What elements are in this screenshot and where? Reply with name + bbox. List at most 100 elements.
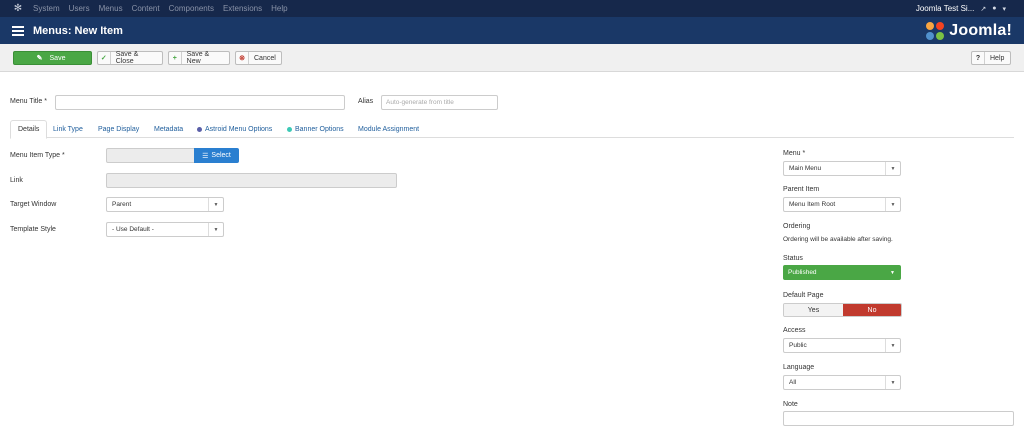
tab-label: Banner Options bbox=[295, 125, 344, 133]
save-label: Save bbox=[49, 54, 66, 62]
tab-label: Metadata bbox=[154, 125, 184, 133]
language-select[interactable]: All ▼ bbox=[783, 375, 901, 390]
tab-label: Astroid Menu Options bbox=[205, 125, 273, 133]
topbar-right: Joomla Test Si... ↗ ● ▾ bbox=[916, 4, 1006, 13]
access-value: Public bbox=[789, 342, 807, 349]
brand-wordmark: Joomla! bbox=[949, 21, 1012, 39]
menu-components[interactable]: Components bbox=[169, 4, 214, 13]
edit-icon: ✎ bbox=[36, 55, 43, 62]
save-close-button[interactable]: ✓ Save & Close bbox=[97, 51, 163, 65]
menu-label: Menu * bbox=[783, 150, 806, 157]
menu-system[interactable]: System bbox=[33, 4, 60, 13]
joomla-logo-icon[interactable]: ✻ bbox=[13, 3, 23, 14]
note-label: Note bbox=[783, 401, 798, 408]
cancel-button[interactable]: ⊗ Cancel bbox=[235, 51, 282, 65]
astroid-dot-icon bbox=[197, 126, 202, 132]
page-title: Menus: New Item bbox=[33, 24, 123, 37]
language-value: All bbox=[789, 379, 797, 386]
plus-icon: + bbox=[169, 52, 182, 64]
chevron-down-icon: ▼ bbox=[885, 339, 900, 352]
target-window-select[interactable]: Parent ▼ bbox=[106, 197, 224, 212]
site-name-link[interactable]: Joomla Test Si... bbox=[916, 4, 975, 13]
access-select[interactable]: Public ▼ bbox=[783, 338, 901, 353]
menu-title-label: Menu Title * bbox=[10, 98, 47, 105]
tab-banner-options[interactable]: Banner Options bbox=[280, 120, 351, 138]
chevron-down-icon: ▼ bbox=[885, 162, 900, 175]
link-label: Link bbox=[10, 177, 23, 184]
banner-dot-icon bbox=[287, 126, 292, 132]
access-label: Access bbox=[783, 327, 806, 334]
toolbar: ✎ Save ✓ Save & Close + Save & New ⊗ Can… bbox=[0, 44, 1024, 72]
parent-item-select[interactable]: Menu Item Root ▼ bbox=[783, 197, 901, 212]
template-style-value: - Use Default - bbox=[112, 226, 154, 233]
menu-item-type-label: Menu Item Type * bbox=[10, 152, 65, 159]
tab-details[interactable]: Details bbox=[10, 120, 48, 139]
cancel-icon: ⊗ bbox=[236, 52, 249, 64]
status-label: Status bbox=[783, 255, 803, 262]
ordering-label: Ordering bbox=[783, 223, 811, 230]
top-navbar: ✻ System Users Menus Content Components … bbox=[0, 0, 1024, 17]
list-icon: ☰ bbox=[202, 152, 209, 160]
menu-menus[interactable]: Menus bbox=[99, 4, 123, 13]
chevron-down-icon: ▼ bbox=[208, 198, 223, 211]
menu-value: Main Menu bbox=[789, 165, 822, 172]
template-style-select[interactable]: - Use Default - ▼ bbox=[106, 222, 224, 237]
chevron-down-icon: ▼ bbox=[890, 269, 895, 276]
status-value: Published bbox=[788, 269, 817, 276]
menu-content[interactable]: Content bbox=[132, 4, 160, 13]
page-header: Menus: New Item Joomla! bbox=[0, 17, 1024, 44]
default-page-label: Default Page bbox=[783, 292, 824, 299]
help-button[interactable]: ? Help bbox=[971, 51, 1011, 65]
save-button[interactable]: ✎ Save bbox=[13, 51, 92, 65]
select-label: Select bbox=[211, 152, 231, 159]
target-window-value: Parent bbox=[112, 201, 132, 208]
cancel-label: Cancel bbox=[254, 54, 276, 62]
default-no-button[interactable]: No bbox=[842, 304, 901, 316]
menu-title-input[interactable] bbox=[55, 95, 345, 110]
language-label: Language bbox=[783, 364, 815, 371]
menu-users[interactable]: Users bbox=[69, 4, 90, 13]
tab-label: Details bbox=[18, 126, 40, 133]
alias-label: Alias bbox=[358, 98, 374, 105]
joomla-brand: Joomla! bbox=[925, 21, 1012, 41]
menu-extensions[interactable]: Extensions bbox=[223, 4, 262, 13]
note-input[interactable] bbox=[783, 411, 1014, 426]
save-new-label: Save & New bbox=[186, 51, 210, 65]
save-new-button[interactable]: + Save & New bbox=[168, 51, 230, 65]
select-type-button[interactable]: ☰ Select bbox=[194, 148, 239, 163]
external-link-icon[interactable]: ↗ bbox=[980, 5, 986, 13]
alias-input[interactable]: Auto-generate from title bbox=[381, 95, 498, 110]
default-yes-button[interactable]: Yes bbox=[784, 304, 843, 316]
tab-astroid-menu-options[interactable]: Astroid Menu Options bbox=[190, 120, 279, 138]
template-style-label: Template Style bbox=[10, 226, 56, 233]
status-select[interactable]: Published ▼ bbox=[783, 265, 901, 280]
tab-label: Module Assignment bbox=[358, 125, 420, 133]
tab-bar: Details Link Type Page Display Metadata … bbox=[10, 120, 1014, 139]
default-page-toggle: Yes No bbox=[783, 303, 902, 317]
tab-page-display[interactable]: Page Display bbox=[91, 120, 146, 138]
tab-metadata[interactable]: Metadata bbox=[147, 120, 190, 138]
menu-item-type-input bbox=[106, 148, 195, 163]
user-icon[interactable]: ● bbox=[992, 5, 996, 12]
top-menu: System Users Menus Content Components Ex… bbox=[33, 4, 297, 13]
tab-label: Page Display bbox=[98, 125, 140, 133]
parent-item-label: Parent Item bbox=[783, 186, 820, 193]
chevron-down-icon: ▼ bbox=[885, 198, 900, 211]
check-icon: ✓ bbox=[98, 52, 111, 64]
dropdown-caret-icon[interactable]: ▾ bbox=[1002, 5, 1006, 13]
tab-module-assignment[interactable]: Module Assignment bbox=[351, 120, 426, 138]
chevron-down-icon: ▼ bbox=[885, 376, 900, 389]
list-icon bbox=[12, 25, 24, 36]
parent-item-value: Menu Item Root bbox=[789, 201, 836, 208]
target-window-label: Target Window bbox=[10, 201, 57, 208]
tab-link-type[interactable]: Link Type bbox=[46, 120, 90, 138]
chevron-down-icon: ▼ bbox=[208, 223, 223, 236]
menu-select[interactable]: Main Menu ▼ bbox=[783, 161, 901, 176]
help-label: Help bbox=[990, 54, 1005, 62]
joomla-mark-icon bbox=[925, 21, 945, 41]
help-icon: ? bbox=[972, 52, 985, 64]
menu-help[interactable]: Help bbox=[271, 4, 287, 13]
tab-label: Link Type bbox=[53, 125, 83, 133]
link-input bbox=[106, 173, 397, 188]
save-close-label: Save & Close bbox=[115, 51, 139, 65]
